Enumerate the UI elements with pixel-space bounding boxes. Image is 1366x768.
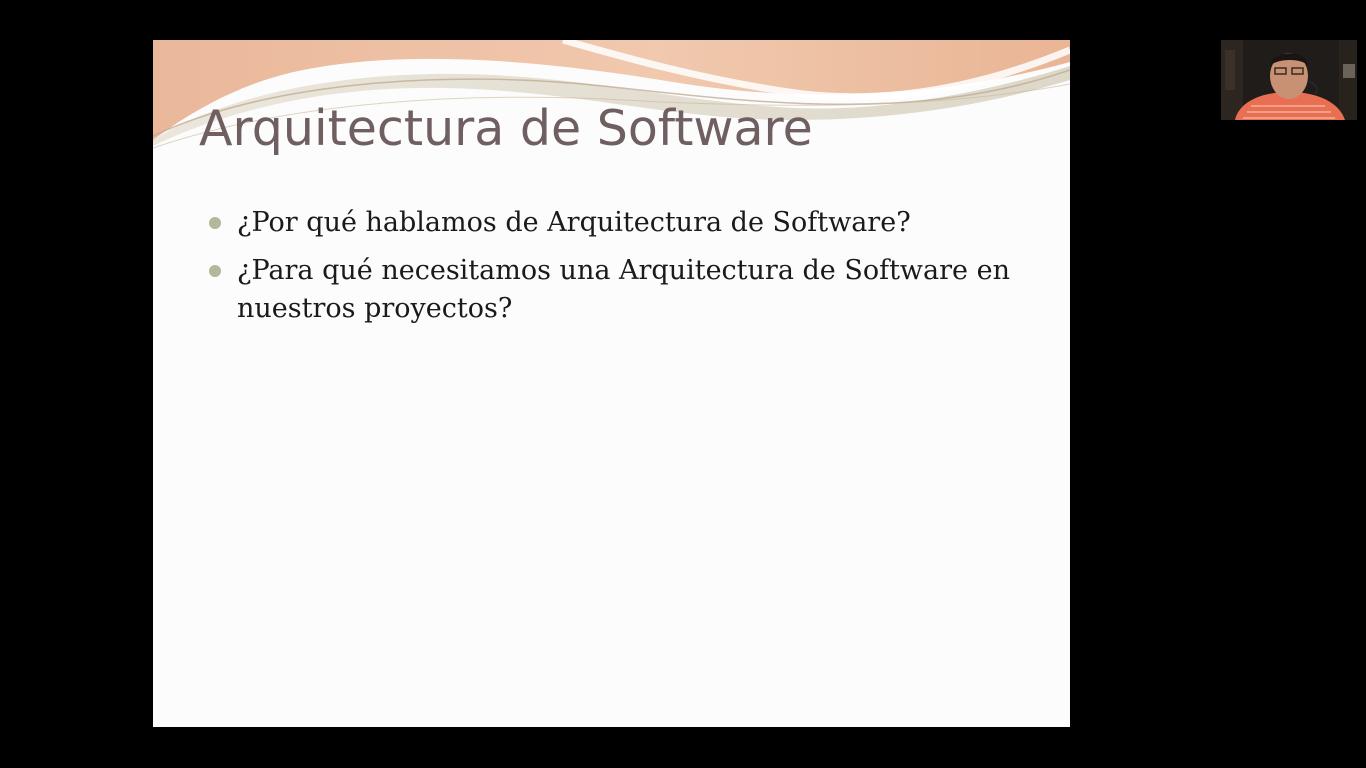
bullet-list: ¿Por qué hablamos de Arquitectura de Sof…: [209, 204, 1029, 338]
screen-share-view: Arquitectura de Software ¿Por qué hablam…: [0, 0, 1366, 768]
circle-bullet-icon: [209, 265, 221, 277]
bullet-text: ¿Para qué necesitamos una Arquitectura d…: [237, 255, 1010, 324]
bullet-item: ¿Para qué necesitamos una Arquitectura d…: [209, 252, 1029, 328]
presentation-slide: Arquitectura de Software ¿Por qué hablam…: [153, 40, 1070, 727]
bullet-text: ¿Por qué hablamos de Arquitectura de Sof…: [237, 207, 911, 238]
presenter-webcam-thumbnail: [1221, 40, 1357, 120]
presenter-video-image: [1221, 40, 1357, 120]
bullet-item: ¿Por qué hablamos de Arquitectura de Sof…: [209, 204, 1029, 242]
circle-bullet-icon: [209, 217, 221, 229]
slide-title: Arquitectura de Software: [199, 100, 813, 157]
